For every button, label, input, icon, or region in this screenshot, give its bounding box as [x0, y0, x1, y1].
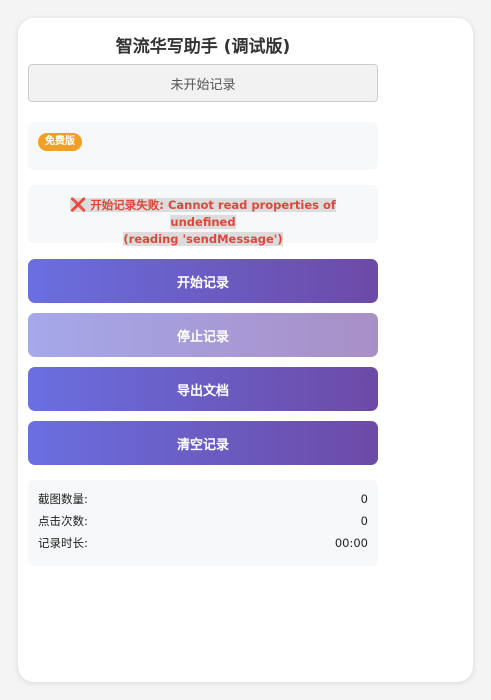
- stop-recording-button[interactable]: 停止记录: [28, 313, 378, 357]
- start-recording-label: 开始记录: [176, 275, 229, 291]
- stat-screenshots-label: 截图数量:: [38, 492, 88, 506]
- recording-status: 未开始记录: [28, 64, 378, 102]
- start-recording-button[interactable]: 开始记录: [28, 259, 378, 303]
- error-panel: ❌ 开始记录失败: Cannot read properties of unde…: [28, 185, 378, 246]
- window-frame: 智流华写助手 (调试版) 未开始记录 免费版 ❌ 开始记录失败: Cannot …: [0, 0, 491, 700]
- page-title: 智流华写助手 (调试版): [115, 37, 291, 57]
- stats-panel: 截图数量: 0 点击次数: 0 记录时长: 00:00: [28, 480, 378, 566]
- stat-screenshots-value: 0: [360, 492, 368, 506]
- clear-records-button[interactable]: 清空记录: [28, 421, 378, 465]
- clear-records-label: 清空记录: [176, 437, 229, 453]
- error-prefix: 开始记录失败:: [90, 198, 164, 212]
- stat-duration: 记录时长: 00:00: [38, 534, 368, 556]
- license-panel: 免费版: [28, 122, 378, 170]
- error-message-line2: (reading 'sendMessage'): [123, 232, 283, 246]
- stat-screenshots: 截图数量: 0: [38, 490, 368, 512]
- stop-recording-label: 停止记录: [176, 329, 229, 345]
- license-badge: 免费版: [38, 133, 82, 151]
- stat-duration-value: 00:00: [334, 536, 368, 550]
- stat-clicks-label: 点击次数:: [38, 514, 88, 528]
- export-document-button[interactable]: 导出文档: [28, 367, 378, 411]
- export-document-label: 导出文档: [176, 383, 229, 399]
- stat-clicks-value: 0: [360, 514, 368, 528]
- extension-panel: 智流华写助手 (调试版) 未开始记录 免费版 ❌ 开始记录失败: Cannot …: [18, 18, 473, 682]
- error-message-line1: Cannot read properties of undefined: [167, 198, 336, 229]
- stat-duration-label: 记录时长:: [38, 536, 88, 550]
- error-message: ❌ 开始记录失败: Cannot read properties of unde…: [40, 197, 366, 248]
- recording-status-text: 未开始记录: [170, 77, 236, 93]
- cross-icon: ❌: [70, 198, 87, 213]
- stat-clicks: 点击次数: 0: [38, 512, 368, 534]
